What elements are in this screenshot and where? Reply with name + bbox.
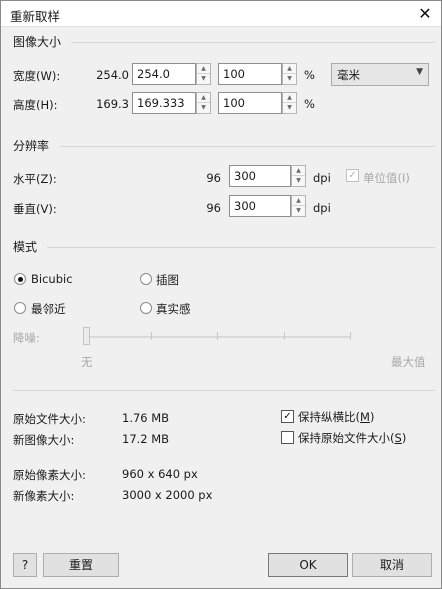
- group-divider: [47, 247, 435, 248]
- original-pixel-size-label: 原始像素大小:: [13, 468, 86, 482]
- width-spinner[interactable]: ▲ ▼: [196, 63, 211, 85]
- spin-down-icon[interactable]: ▼: [197, 103, 210, 113]
- new-image-size-value: 17.2 MB: [122, 432, 170, 446]
- original-file-size-label: 原始文件大小:: [13, 412, 86, 426]
- resample-dialog: 重新取样 ✕ 图像大小 宽度(W): 254.0 254.0 ▲ ▼ 100 ▲…: [0, 0, 442, 589]
- help-button[interactable]: ?: [13, 553, 37, 577]
- unit-select-value: 毫米: [337, 68, 360, 82]
- new-pixel-size-label: 新像素大小:: [13, 489, 75, 503]
- new-image-size-label: 新图像大小:: [13, 433, 75, 447]
- spin-up-icon[interactable]: ▲: [292, 196, 305, 206]
- width-input[interactable]: 254.0: [132, 63, 196, 85]
- width-percent-input[interactable]: 100: [218, 63, 282, 85]
- slider-tick: [284, 332, 285, 340]
- slider-tick: [350, 332, 351, 340]
- unit-value-label: 单位值(I): [363, 171, 410, 185]
- vertical-resolution-input[interactable]: 300: [229, 195, 291, 217]
- vertical-original-value: 96: [206, 201, 221, 215]
- mode-label-bicubic: Bicubic: [31, 272, 73, 286]
- spin-down-icon[interactable]: ▼: [283, 74, 296, 84]
- noise-min-label: 无: [81, 355, 93, 369]
- close-icon[interactable]: ✕: [415, 4, 435, 24]
- reset-button[interactable]: 重置: [43, 553, 119, 577]
- spin-up-icon[interactable]: ▲: [197, 64, 210, 74]
- mode-radio-photorealistic[interactable]: [140, 302, 152, 314]
- horizontal-original-value: 96: [206, 171, 221, 185]
- width-label: 宽度(W):: [13, 69, 61, 83]
- keep-original-size-checkbox[interactable]: [281, 431, 294, 444]
- width-original-value: 254.0: [96, 68, 129, 82]
- vertical-resolution-label: 垂直(V):: [13, 202, 57, 216]
- horizontal-resolution-spinner[interactable]: ▲ ▼: [291, 165, 306, 187]
- mode-radio-nearest[interactable]: [14, 302, 26, 314]
- mode-label-nearest: 最邻近: [31, 302, 66, 316]
- unit-value-checkbox[interactable]: ✓: [346, 169, 359, 182]
- ok-button[interactable]: OK: [268, 553, 348, 577]
- spin-down-icon[interactable]: ▼: [197, 74, 210, 84]
- horizontal-resolution-label: 水平(Z):: [13, 172, 57, 186]
- keep-aspect-label: 保持纵横比(M): [298, 410, 375, 424]
- horizontal-unit: dpi: [313, 171, 331, 185]
- spin-down-icon[interactable]: ▼: [292, 206, 305, 216]
- horizontal-resolution-input[interactable]: 300: [229, 165, 291, 187]
- height-label: 高度(H):: [13, 98, 58, 112]
- width-percent-unit: %: [304, 68, 315, 82]
- mode-label-illustration: 插图: [156, 273, 179, 287]
- chevron-down-icon: ▼: [416, 67, 423, 77]
- height-original-value: 169.3: [96, 97, 129, 111]
- dialog-title: 重新取样: [10, 9, 61, 24]
- noise-slider-thumb[interactable]: [83, 327, 90, 345]
- height-input[interactable]: 169.333: [132, 92, 196, 114]
- mode-label-photorealistic: 真实感: [156, 302, 191, 316]
- unit-select[interactable]: 毫米 ▼: [331, 63, 429, 86]
- noise-slider-track[interactable]: [85, 336, 351, 338]
- vertical-unit: dpi: [313, 201, 331, 215]
- noise-max-label: 最大值: [391, 355, 426, 369]
- spin-up-icon[interactable]: ▲: [292, 166, 305, 176]
- spin-down-icon[interactable]: ▼: [283, 103, 296, 113]
- original-pixel-size-value: 960 x 640 px: [122, 467, 198, 481]
- keep-aspect-checkbox[interactable]: ✓: [281, 410, 294, 423]
- resolution-group-title: 分辨率: [13, 139, 50, 153]
- original-file-size-value: 1.76 MB: [122, 411, 170, 425]
- spin-up-icon[interactable]: ▲: [197, 93, 210, 103]
- height-spinner[interactable]: ▲ ▼: [196, 92, 211, 114]
- mode-group-title: 模式: [13, 240, 38, 254]
- mode-radio-illustration[interactable]: [140, 273, 152, 285]
- keep-original-size-label: 保持原始文件大小(S): [298, 431, 407, 445]
- mode-radio-bicubic[interactable]: [14, 273, 26, 285]
- group-divider: [71, 42, 435, 43]
- vertical-resolution-spinner[interactable]: ▲ ▼: [291, 195, 306, 217]
- height-percent-spinner[interactable]: ▲ ▼: [282, 92, 297, 114]
- info-divider: [13, 390, 435, 391]
- image-size-group-title: 图像大小: [13, 35, 62, 49]
- spin-up-icon[interactable]: ▲: [283, 64, 296, 74]
- slider-tick: [217, 332, 218, 340]
- noise-reduction-label: 降噪:: [13, 331, 40, 345]
- new-pixel-size-value: 3000 x 2000 px: [122, 488, 213, 502]
- group-divider: [59, 146, 435, 147]
- title-bar: 重新取样 ✕: [1, 1, 441, 27]
- cancel-button[interactable]: 取消: [352, 553, 432, 577]
- spin-up-icon[interactable]: ▲: [283, 93, 296, 103]
- height-percent-input[interactable]: 100: [218, 92, 282, 114]
- height-percent-unit: %: [304, 97, 315, 111]
- slider-tick: [151, 332, 152, 340]
- spin-down-icon[interactable]: ▼: [292, 176, 305, 186]
- width-percent-spinner[interactable]: ▲ ▼: [282, 63, 297, 85]
